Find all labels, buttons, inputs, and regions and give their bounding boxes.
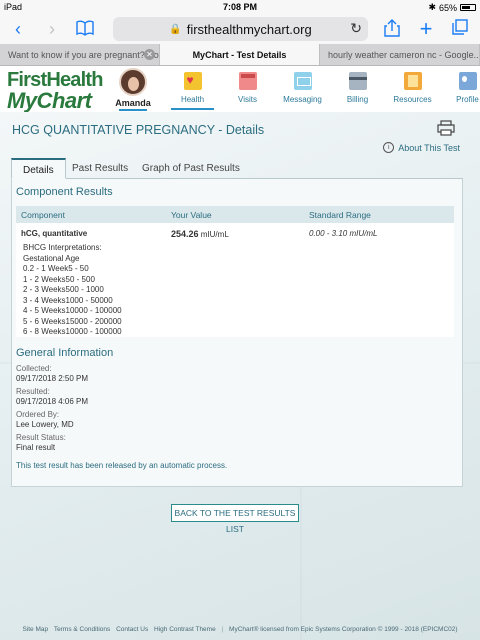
details-panel: Component Results Component Your Value S…: [11, 179, 463, 487]
tab-past-results[interactable]: Past Results: [61, 158, 139, 179]
bookmarks-icon[interactable]: [75, 19, 95, 39]
general-information: Collected: 09/17/2018 2:50 PM Resulted: …: [16, 364, 227, 471]
column-header-range: Standard Range: [309, 210, 371, 220]
column-header-value: Your Value: [171, 210, 212, 220]
nav-billing[interactable]: Billing: [330, 70, 385, 104]
tabs-overview-icon[interactable]: [450, 19, 470, 39]
result-status-label: Result Status:: [16, 433, 66, 442]
new-tab-icon[interactable]: +: [416, 18, 436, 40]
envelope-icon: [293, 72, 312, 90]
page-content: HCG QUANTITATIVE PREGNANCY - Details i A…: [0, 112, 480, 640]
reload-icon[interactable]: ↻: [350, 20, 362, 37]
browser-toolbar: ‹ › 🔒 firsthealthmychart.org ↻ +: [0, 14, 480, 44]
heart-icon: [183, 72, 202, 90]
nav-messaging[interactable]: Messaging: [275, 70, 330, 104]
nav-health[interactable]: Health: [165, 70, 220, 110]
footer-link-contact[interactable]: Contact Us: [116, 626, 148, 633]
browser-tab-label: MyChart - Test Details: [192, 50, 287, 60]
resulted-label: Resulted:: [16, 387, 50, 396]
close-tab-icon[interactable]: ✕: [144, 49, 155, 60]
status-time: 7:08 PM: [222, 2, 257, 12]
collected-label: Collected:: [16, 364, 52, 373]
tab-graph-of-past-results[interactable]: Graph of Past Results: [131, 158, 251, 179]
lock-icon: 🔒: [169, 23, 182, 35]
interpretation-line: 4 - 5 Weeks10000 - 100000: [23, 306, 122, 315]
user-avatar-menu[interactable]: Amanda: [113, 68, 153, 111]
address-bar[interactable]: 🔒 firsthealthmychart.org ↻: [113, 17, 368, 41]
interpretation-line: 6 - 8 Weeks10000 - 100000: [23, 327, 122, 336]
printer-icon[interactable]: [437, 120, 455, 136]
about-this-test-link[interactable]: i About This Test: [383, 142, 460, 153]
interpretation-line: 3 - 4 Weeks1000 - 50000: [23, 295, 113, 305]
bluetooth-icon: ✱: [428, 2, 436, 12]
nav-visits[interactable]: Visits: [220, 70, 275, 104]
browser-tab[interactable]: Want to know if you are pregnant? No... …: [0, 44, 160, 65]
status-right: ✱ 65%: [428, 2, 476, 13]
info-icon: i: [383, 142, 395, 153]
ios-status-bar: iPad 7:08 PM ✱ 65%: [0, 0, 480, 14]
main-nav: Health Visits Messaging Billing Resource…: [165, 70, 480, 110]
interpretation-notes: BHCG Interpretations: Gestational Age 0.…: [23, 243, 122, 338]
browser-tab-label: hourly weather cameron nc - Google...: [328, 50, 480, 60]
interpretation-line: Gestational Age: [23, 253, 80, 263]
firsthealth-mychart-logo[interactable]: FirstHealth MyChart: [7, 70, 103, 112]
interpretation-line: 2 - 3 Weeks500 - 1000: [23, 285, 104, 294]
interpretation-line: 1 - 2 Weeks50 - 500: [23, 274, 95, 284]
interpretation-line: BHCG Interpretations:: [23, 243, 102, 252]
resulted-value: 09/17/2018 4:06 PM: [16, 397, 89, 406]
collected-value: 09/17/2018 2:50 PM: [16, 374, 89, 383]
standard-range: 0.00 - 3.10 mIU/mL: [309, 229, 378, 238]
result-tabs: Details Past Results Graph of Past Resul…: [11, 158, 463, 179]
calendar-icon: [238, 72, 257, 90]
tab-details[interactable]: Details: [11, 158, 66, 179]
book-icon: [403, 72, 422, 90]
credit-card-icon: [348, 72, 367, 90]
url-text: firsthealthmychart.org: [186, 21, 312, 37]
interpretation-line: 5 - 6 Weeks15000 - 200000: [23, 316, 122, 326]
user-name: Amanda: [115, 98, 151, 108]
page-footer: Site Map Terms & Conditions Contact Us H…: [22, 626, 458, 633]
footer-link-terms[interactable]: Terms & Conditions: [54, 626, 110, 633]
avatar: [119, 68, 147, 96]
back-arrow-icon[interactable]: ‹: [8, 19, 28, 39]
browser-tabs: Want to know if you are pregnant? No... …: [0, 44, 480, 66]
column-header-component: Component: [21, 210, 65, 220]
nav-resources[interactable]: Resources: [385, 70, 440, 104]
mychart-header: FirstHealth MyChart Amanda Health Visits…: [0, 66, 480, 112]
page-title: HCG QUANTITATIVE PREGNANCY - Details: [12, 123, 265, 137]
footer-link-site-map[interactable]: Site Map: [22, 626, 48, 633]
component-table-header: Component Your Value Standard Range: [16, 206, 454, 223]
browser-tab[interactable]: hourly weather cameron nc - Google...: [320, 44, 480, 65]
battery-icon: [460, 4, 476, 11]
battery-percent: 65%: [438, 2, 457, 13]
ordered-by-value: Lee Lowery, MD: [16, 420, 74, 429]
table-row: hCG, quantitative 254.26 mIU/mL 0.00 - 3…: [16, 223, 454, 337]
component-value: 254.26 mIU/mL: [171, 229, 229, 239]
result-status-value: Final result: [16, 443, 56, 452]
nav-profile[interactable]: Profile: [440, 70, 480, 104]
general-information-heading: General Information: [16, 347, 114, 359]
share-icon[interactable]: [382, 19, 402, 39]
forward-arrow-icon[interactable]: ›: [42, 19, 62, 39]
component-results-heading: Component Results: [16, 186, 113, 198]
back-to-test-results-button[interactable]: BACK TO THE TEST RESULTS LIST: [171, 504, 299, 534]
footer-license: MyChart® licensed from Epic Systems Corp…: [229, 626, 458, 633]
component-name: hCG, quantitative: [21, 229, 88, 238]
ordered-by-label: Ordered By:: [16, 410, 60, 419]
interpretation-line: 0.2 - 1 Week5 - 50: [23, 264, 89, 273]
id-card-icon: [458, 72, 477, 90]
browser-tab-active[interactable]: MyChart - Test Details: [160, 44, 320, 65]
footer-link-high-contrast[interactable]: High Contrast Theme: [154, 626, 216, 633]
browser-tab-label: Want to know if you are pregnant? No...: [8, 50, 160, 60]
released-note: This test result has been released by an…: [16, 461, 228, 470]
